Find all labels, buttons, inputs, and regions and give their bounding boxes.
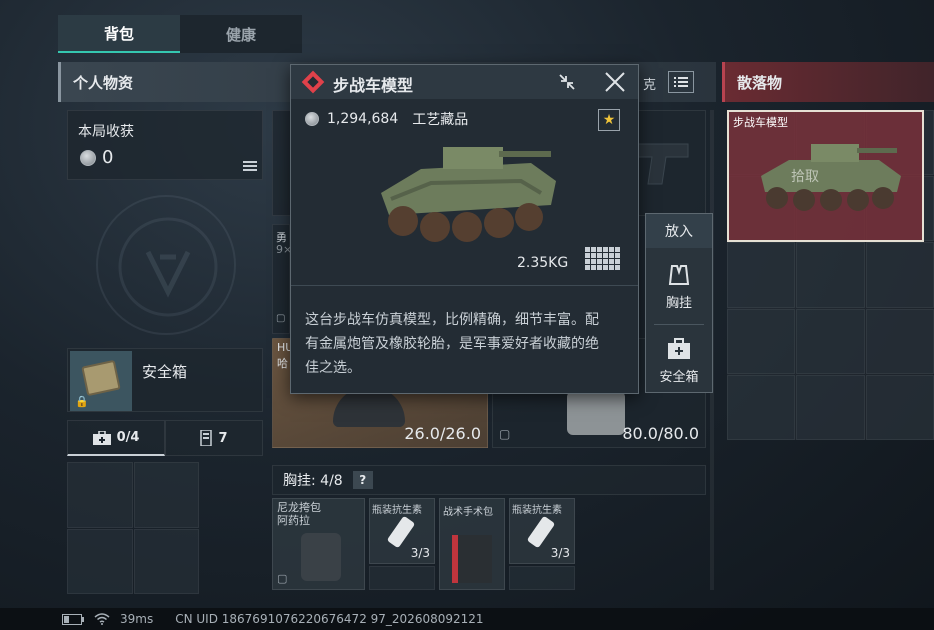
wifi-icon — [94, 613, 110, 625]
tab-backpack[interactable]: 背包 — [58, 15, 180, 53]
close-icon — [605, 72, 625, 92]
favorite-star-icon[interactable]: ★ — [598, 109, 620, 131]
pickup-hint: 拾取 — [791, 169, 819, 185]
place-into-menu: 放入 胸挂 安全箱 — [645, 213, 713, 393]
tooltip-header: 步战车模型 — [291, 65, 638, 99]
harvest-list-icon[interactable] — [242, 159, 258, 173]
medkit-count: 0/4 — [116, 430, 140, 445]
place-option-safe-box[interactable]: 安全箱 — [646, 330, 712, 392]
ammo-capacity-tab[interactable]: 7 — [165, 420, 263, 456]
tab-health[interactable]: 健康 — [180, 15, 302, 53]
safe-box-label: 安全箱 — [142, 363, 188, 381]
bottle-image — [386, 515, 416, 549]
rig-item-bag[interactable]: 尼龙挎包 阿药拉 ▢ — [272, 498, 365, 590]
help-icon[interactable]: ? — [352, 471, 373, 489]
vest-icon — [668, 265, 690, 285]
armor-durability: 80.0/80.0 — [622, 424, 699, 443]
tooltip-weight: 2.35KG — [517, 255, 569, 271]
faction-emblem-icon — [96, 195, 236, 335]
safe-box-image: 🔒 — [70, 351, 132, 411]
currency-icon — [80, 149, 96, 166]
tooltip-title: 步战车模型 — [333, 76, 414, 95]
ifv-model-image — [381, 147, 556, 242]
place-option-vest-label: 胸挂 — [665, 296, 692, 311]
list-icon — [674, 77, 688, 87]
place-option-vest[interactable]: 胸挂 — [646, 254, 712, 320]
grid-slot[interactable] — [509, 566, 575, 590]
rig-item-name: 战术手术包 — [443, 507, 493, 518]
rig-item-name: 尼龙挎包 阿药拉 — [277, 501, 321, 527]
no-repair-icon: ▢ — [499, 427, 511, 441]
grid-slot[interactable] — [67, 528, 133, 594]
close-button[interactable] — [603, 70, 627, 94]
scatter-section-title: 散落物 — [737, 73, 783, 92]
chest-rig-bar: 胸挂: 4/8 ? — [272, 465, 706, 495]
rig-item-count: 3/3 — [550, 546, 570, 560]
harvest-label: 本局收获 — [78, 124, 134, 140]
lock-icon: 🔒 — [75, 395, 89, 408]
divider — [291, 285, 638, 286]
ammo-count: 7 — [218, 430, 228, 446]
surgery-kit-image — [452, 535, 492, 583]
place-menu-title: 放入 — [646, 214, 712, 248]
rig-item-surgery-kit[interactable]: 战术手术包 — [439, 498, 505, 590]
ping-value: 39ms — [120, 612, 154, 626]
battery-icon — [62, 613, 84, 625]
helmet-sub-label: 哈 — [277, 357, 288, 370]
collapse-icon — [559, 74, 575, 90]
harvest-value: 0 — [102, 147, 114, 168]
medkit-icon — [92, 430, 111, 445]
tab-backpack-label: 背包 — [103, 24, 134, 43]
ammo-slot[interactable]: 勇 9× ▢ — [272, 224, 292, 334]
rig-item-count: 3/3 — [410, 546, 430, 560]
place-option-safe-box-label: 安全箱 — [659, 370, 699, 385]
grid-slot[interactable] — [369, 566, 435, 590]
collectible-icon — [301, 70, 325, 94]
rig-item-antibiotic[interactable]: 瓶装抗生素 3/3 — [369, 498, 435, 564]
personal-section-title: 个人物资 — [73, 73, 134, 92]
scatter-item-ifv[interactable]: 步战车模型 拾取 — [727, 110, 924, 242]
bag-image — [301, 533, 341, 581]
tooltip-description: 这台步战车仿真模型，比例精确，细节丰富。配有金属炮管及橡胶轮胎，是军事爱好者收藏… — [305, 312, 599, 376]
rig-item-antibiotic-2[interactable]: 瓶装抗生素 3/3 — [509, 498, 575, 564]
grid-slot[interactable] — [133, 462, 199, 528]
collapse-button[interactable] — [555, 71, 579, 93]
safe-box-icon — [668, 338, 690, 359]
no-repair-icon: ▢ — [277, 572, 288, 585]
item-tooltip: 步战车模型 1,294,684 工艺藏品 ★ 2.35KG 这台步战车仿真模型，… — [290, 64, 639, 394]
safe-box-slot[interactable]: 🔒 安全箱 — [67, 348, 263, 412]
status-bar: 39ms CN UID 1867691076220676472 97_20260… — [0, 608, 934, 630]
no-repair-icon: ▢ — [276, 313, 286, 324]
medkit-capacity-tab[interactable]: 0/4 — [67, 420, 165, 456]
uid-text: CN UID 1867691076220676472 97_2026080921… — [175, 612, 484, 626]
list-view-button[interactable] — [668, 71, 694, 93]
safe-box-grid — [67, 462, 199, 594]
armor-image — [567, 391, 625, 435]
ifv-model-image — [761, 144, 901, 211]
harvest-panel: 本局收获 0 — [67, 110, 263, 180]
grid-slot[interactable] — [133, 528, 199, 594]
bottle-image — [526, 515, 556, 549]
header-fragment: 克 — [643, 78, 657, 93]
scatter-section-header: 散落物 — [722, 62, 934, 102]
rig-item-name: 瓶装抗生素 — [512, 505, 562, 516]
chest-rig-label: 胸挂: 4/8 — [283, 473, 343, 489]
currency-icon — [305, 112, 319, 126]
rig-item-name: 瓶装抗生素 — [372, 505, 422, 516]
tab-health-label: 健康 — [225, 25, 256, 44]
magazine-icon — [200, 430, 213, 446]
helmet-durability: 26.0/26.0 — [404, 424, 481, 443]
grid-slot[interactable] — [67, 462, 133, 528]
size-grid-icon — [585, 247, 620, 270]
